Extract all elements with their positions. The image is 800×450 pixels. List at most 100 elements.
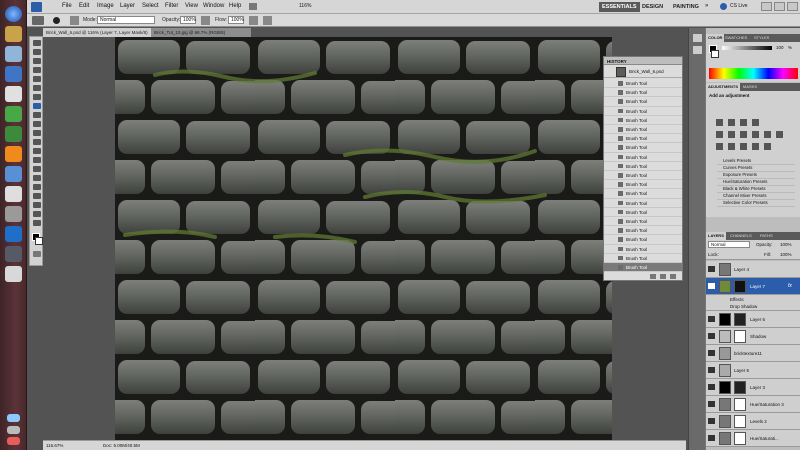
visibility-eye-icon[interactable] bbox=[708, 418, 715, 424]
3d-tool-icon[interactable] bbox=[33, 202, 41, 208]
menu-view[interactable]: View bbox=[185, 3, 198, 9]
layer-mask-thumbnail[interactable] bbox=[734, 313, 746, 326]
history-panel-icon[interactable] bbox=[693, 34, 702, 42]
document-icon[interactable] bbox=[5, 186, 22, 202]
history-step[interactable]: Brush Tool bbox=[604, 134, 682, 144]
visibility-eye-icon[interactable] bbox=[708, 350, 715, 356]
threshold-icon[interactable] bbox=[740, 143, 747, 150]
tray-icon[interactable] bbox=[7, 414, 20, 422]
shape-tool-icon[interactable] bbox=[33, 193, 41, 199]
history-step[interactable]: Brush Tool bbox=[604, 217, 682, 227]
history-step[interactable]: Brush Tool bbox=[604, 208, 682, 217]
history-step[interactable]: Brush Tool bbox=[604, 180, 682, 190]
history-snapshot[interactable]: Brick_Wall_6.psd bbox=[604, 66, 682, 78]
preset-levels[interactable]: Levels Presets bbox=[717, 158, 795, 165]
history-step[interactable]: Brush Tool bbox=[604, 189, 682, 199]
layer-mask-thumbnail[interactable] bbox=[734, 415, 746, 428]
tab-color[interactable]: COLOR bbox=[706, 34, 725, 42]
effects-label[interactable]: Effects bbox=[730, 297, 744, 302]
tab-brick-tut[interactable]: Brick_Tut_10.jpg @ 66.7% (RGB/8) bbox=[151, 28, 251, 37]
history-step[interactable]: Brush Tool bbox=[604, 199, 682, 208]
layer-row[interactable]: Hue/Saturati... bbox=[706, 430, 800, 447]
new-document-icon[interactable] bbox=[650, 274, 656, 279]
preset-exposure[interactable]: Exposure Presets bbox=[717, 172, 795, 179]
workspace-painting[interactable]: PAINTING bbox=[670, 2, 702, 12]
history-step[interactable]: Brush Tool bbox=[604, 162, 682, 171]
fx-icon[interactable]: fx bbox=[788, 283, 792, 289]
vibrance-icon[interactable] bbox=[716, 131, 723, 138]
photo-filter-icon[interactable] bbox=[764, 131, 771, 138]
color-spectrum-bar[interactable] bbox=[709, 68, 798, 79]
history-step[interactable]: Brush Tool bbox=[604, 116, 682, 125]
visibility-eye-icon[interactable] bbox=[708, 367, 715, 373]
visibility-eye-icon[interactable] bbox=[708, 316, 715, 322]
layer-opacity-value[interactable]: 100% bbox=[780, 242, 792, 247]
menu-window[interactable]: Window bbox=[203, 3, 224, 9]
volume-icon[interactable] bbox=[7, 426, 20, 434]
opacity-input[interactable]: 100% bbox=[180, 16, 196, 24]
layer-row[interactable]: Shadow bbox=[706, 328, 800, 345]
menu-filter[interactable]: Filter bbox=[165, 3, 178, 9]
zoom-level[interactable]: 116% bbox=[299, 3, 311, 9]
layer-row[interactable]: bricktexture11 bbox=[706, 345, 800, 362]
preset-hue-saturation[interactable]: Hue/Saturation Presets bbox=[717, 179, 795, 186]
trash-icon[interactable] bbox=[670, 274, 676, 279]
history-step[interactable]: Brush Tool bbox=[604, 153, 682, 162]
hue-saturation-icon[interactable] bbox=[728, 131, 735, 138]
app-icon-2[interactable] bbox=[5, 266, 22, 282]
spotify-icon[interactable] bbox=[5, 106, 22, 122]
invert-icon[interactable] bbox=[716, 143, 723, 150]
history-step[interactable]: Brush Tool bbox=[604, 143, 682, 153]
menu-layer[interactable]: Layer bbox=[120, 3, 135, 9]
hand-tool-icon[interactable] bbox=[33, 211, 41, 217]
photoshop-icon[interactable] bbox=[5, 226, 22, 242]
tab-adjustments[interactable]: ADJUSTMENTS bbox=[706, 83, 741, 91]
vlc-icon[interactable] bbox=[5, 146, 22, 162]
brush-tool-icon[interactable] bbox=[33, 103, 41, 109]
layer-mask-thumbnail[interactable] bbox=[734, 330, 746, 343]
explorer-icon[interactable] bbox=[5, 46, 22, 62]
history-step[interactable]: Brush Tool bbox=[604, 254, 682, 263]
preset-curves[interactable]: Curves Presets bbox=[717, 165, 795, 172]
workspace-design[interactable]: DESIGN bbox=[639, 2, 666, 12]
tab-brick-wall[interactable]: Brick_Wall_6.psd @ 116% (Layer 7, Layer … bbox=[43, 28, 151, 37]
settings-icon[interactable] bbox=[5, 206, 22, 222]
color-bg-swatch[interactable] bbox=[711, 50, 719, 58]
levels-icon[interactable] bbox=[728, 119, 735, 126]
clone-stamp-tool-icon[interactable] bbox=[33, 112, 41, 118]
marquee-tool-icon[interactable] bbox=[33, 49, 41, 55]
quick-mask-icon[interactable] bbox=[33, 251, 41, 257]
tab-channels[interactable]: CHANNELS bbox=[728, 232, 754, 240]
gradient-tool-icon[interactable] bbox=[33, 139, 41, 145]
layer-mask-thumbnail[interactable] bbox=[734, 381, 746, 394]
layer-row[interactable]: Levels 2 bbox=[706, 413, 800, 430]
blur-tool-icon[interactable] bbox=[33, 148, 41, 154]
menu-select[interactable]: Select bbox=[142, 3, 159, 9]
layer-row[interactable]: Hue/Saturation 3 bbox=[706, 396, 800, 413]
brush-size-icon[interactable] bbox=[53, 17, 60, 24]
layer-row[interactable]: Layer 5 bbox=[706, 362, 800, 379]
gradient-map-icon[interactable] bbox=[752, 143, 759, 150]
history-step[interactable]: Brush Tool bbox=[604, 97, 682, 107]
app-icon[interactable] bbox=[5, 86, 22, 102]
zoom-tool-icon[interactable] bbox=[33, 220, 41, 226]
visibility-eye-icon[interactable] bbox=[708, 266, 715, 272]
color-balance-icon[interactable] bbox=[740, 131, 747, 138]
preset-selective-color[interactable]: Selective Color Presets bbox=[717, 200, 795, 207]
monitor-icon[interactable] bbox=[5, 246, 22, 262]
k-value[interactable]: 100 bbox=[776, 45, 784, 50]
workspace-essentials[interactable]: ESSENTIALS bbox=[599, 2, 640, 12]
history-step[interactable]: Brush Tool bbox=[604, 88, 682, 98]
black-white-icon[interactable] bbox=[752, 131, 759, 138]
airbrush-icon[interactable] bbox=[249, 16, 258, 25]
layer-row[interactable]: Layer 4 bbox=[706, 261, 800, 278]
tab-swatches[interactable]: SWATCHES bbox=[723, 34, 749, 42]
dodge-tool-icon[interactable] bbox=[33, 157, 41, 163]
exposure-icon[interactable] bbox=[752, 119, 759, 126]
layer-mask-thumbnail[interactable] bbox=[734, 398, 746, 411]
visibility-eye-icon[interactable] bbox=[708, 283, 715, 289]
mode-select[interactable]: Normal bbox=[97, 16, 155, 24]
history-step[interactable]: Brush Tool bbox=[604, 107, 682, 116]
layer-row[interactable]: Layer 3 bbox=[706, 379, 800, 396]
visibility-eye-icon[interactable] bbox=[708, 401, 715, 407]
